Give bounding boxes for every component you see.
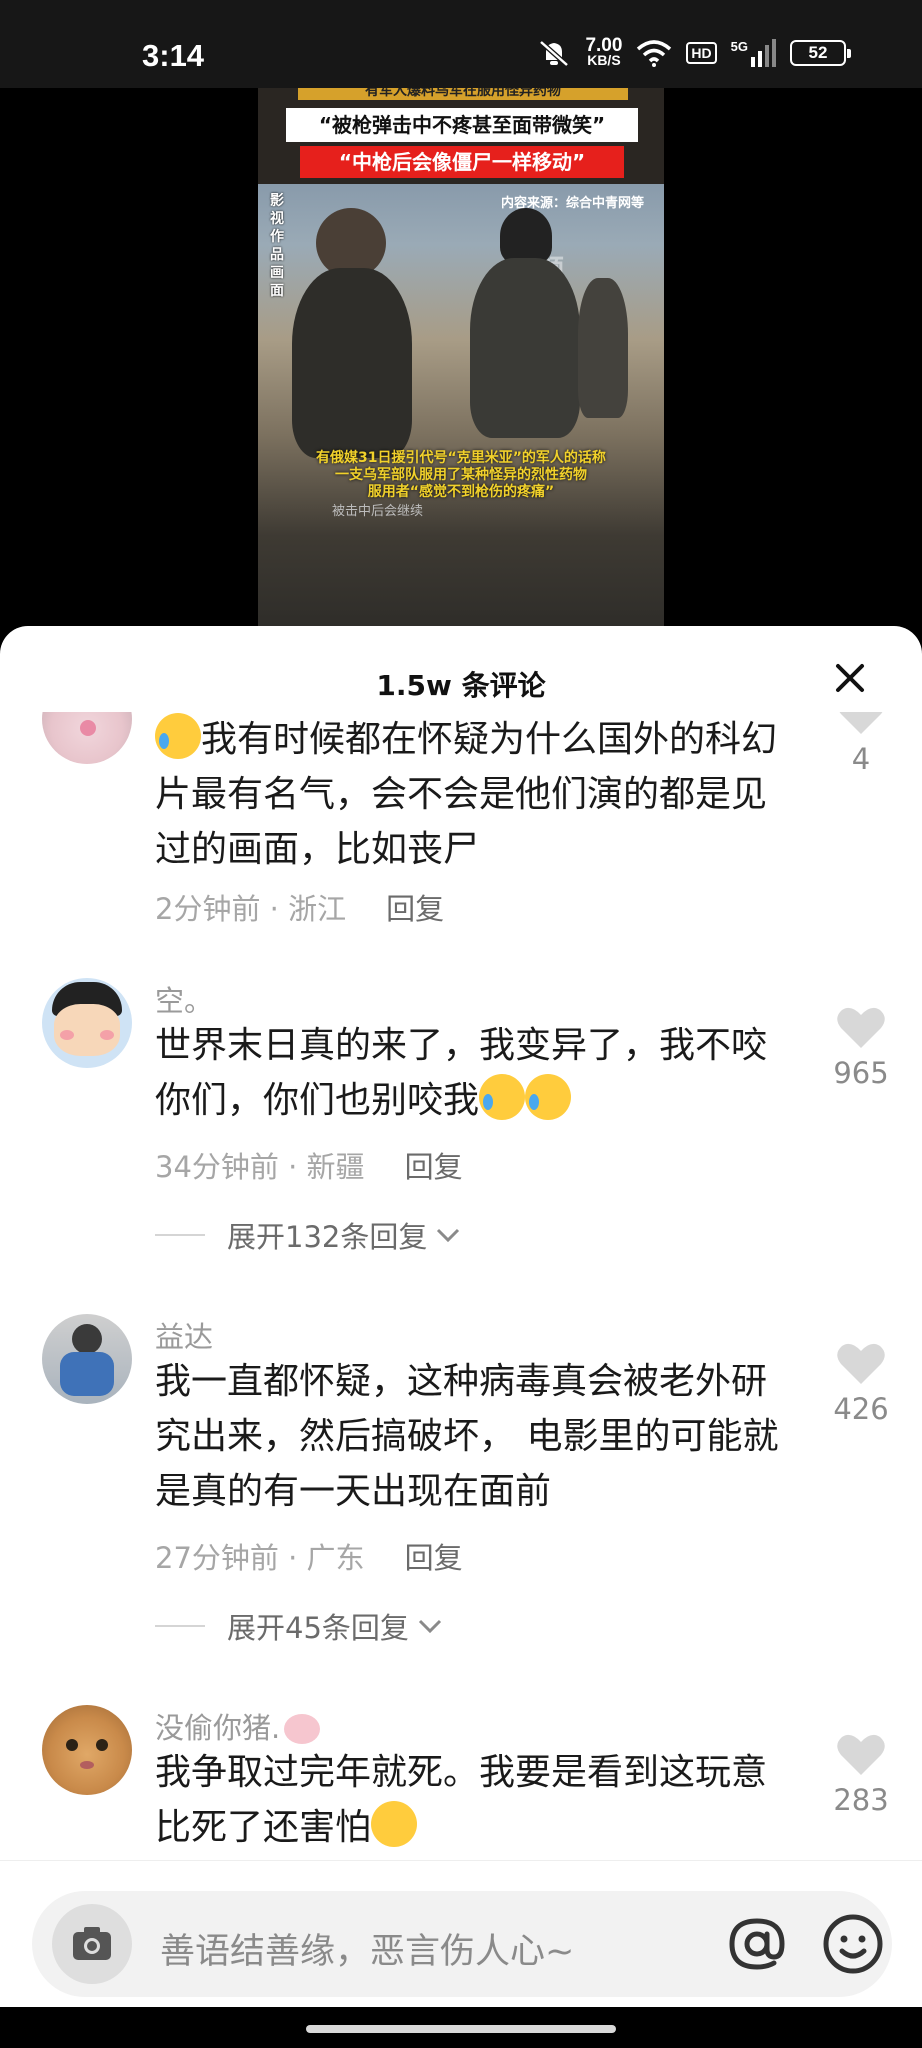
heart-icon[interactable] <box>836 1342 886 1386</box>
heart-icon[interactable] <box>836 712 886 736</box>
subtitle-line: 有俄媒31日援引代号“克里米亚”的军人的话称 <box>316 450 606 466</box>
net-speed: 7.00 KB/S <box>585 35 623 68</box>
avatar[interactable] <box>42 1705 132 1795</box>
signal-label: 5G <box>730 39 748 54</box>
pig-emoji <box>284 1714 321 1744</box>
like-button[interactable]: 965 <box>830 1006 892 1090</box>
soldier-figure <box>292 268 412 458</box>
status-time: 3:14 <box>142 38 205 73</box>
like-button[interactable]: 426 <box>830 1342 892 1426</box>
soldier-figure <box>578 278 628 418</box>
net-speed-unit: KB/S <box>587 52 621 68</box>
comment-text: 我争取过完年就死。我要是看到这玩意比死了还害怕 <box>155 1745 795 1855</box>
status-bar: 3:14 7.00 KB/S HD 5G 52 <box>0 0 922 88</box>
crying-face-emoji <box>155 713 201 759</box>
reply-button[interactable]: 回复 <box>386 892 444 926</box>
expand-replies-label[interactable]: 展开45条回复 <box>227 1605 409 1647</box>
subtitle-line: 一支乌军部队服用了某种怪异的烈性药物 <box>335 467 587 483</box>
mute-bell-icon <box>539 40 570 67</box>
status-icons: 7.00 KB/S HD 5G 52 <box>537 35 851 68</box>
comment-text-content: 我一直都怀疑，这种病毒真会被老外研究出来，然后搞破坏， 电影里的可能就是真的有一… <box>155 1361 779 1512</box>
caption-red: “中枪后会像僵尸一样移动” <box>300 146 624 178</box>
comment-input-placeholder[interactable]: 善语结善缘，恶言伤人心~ <box>160 1923 574 1974</box>
comment-meta: 34分钟前 · 新疆 回复 <box>155 1144 463 1186</box>
soldier-figure <box>470 258 580 438</box>
caption-white: “被枪弹击中不疼甚至面带微笑” <box>286 108 638 142</box>
comment-sheet: 1.5w 条评论 我有时候都在怀疑为什么国外的科幻片最有名气，会不会是他们演的都… <box>0 626 922 2048</box>
like-count: 283 <box>833 1783 889 1817</box>
home-indicator-bar <box>0 2007 922 2048</box>
heart-icon[interactable] <box>836 1006 886 1050</box>
comment-meta: 2分钟前 · 浙江 回复 <box>155 886 444 928</box>
comment-text-content: 我争取过完年就死。我要是看到这玩意比死了还害怕 <box>155 1752 768 1848</box>
close-icon[interactable] <box>828 656 872 700</box>
reply-button[interactable]: 回复 <box>405 1541 463 1575</box>
expand-replies-label[interactable]: 展开132条回复 <box>227 1214 427 1256</box>
username[interactable]: 益达 <box>155 1314 213 1356</box>
chevron-down-icon <box>418 1619 441 1634</box>
comment-time-location: 27分钟前 · 广东 <box>155 1541 365 1575</box>
expand-replies-button[interactable]: 展开45条回复 <box>155 1605 445 1647</box>
comment-text: 我有时候都在怀疑为什么国外的科幻片最有名气，会不会是他们演的都是见过的画面，比如… <box>155 712 795 877</box>
comment-list[interactable]: 我有时候都在怀疑为什么国外的科幻片最有名气，会不会是他们演的都是见过的画面，比如… <box>0 712 922 1860</box>
wifi-icon <box>637 40 672 67</box>
comment-count-title: 1.5w 条评论 <box>376 669 546 702</box>
comment-input-bar: 善语结善缘，恶言伤人心~ <box>0 1860 922 2048</box>
at-icon[interactable] <box>722 1909 792 1979</box>
username[interactable]: 空。 <box>155 978 213 1020</box>
divider-line <box>155 1625 205 1627</box>
video-subtitle: 有俄媒31日援引代号“克里米亚”的军人的话称 一支乌军部队服用了某种怪异的烈性药… <box>258 450 664 501</box>
reply-button[interactable]: 回复 <box>405 1150 463 1184</box>
chevron-down-icon <box>437 1228 460 1243</box>
comment-input[interactable]: 善语结善缘，恶言伤人心~ <box>32 1891 892 1997</box>
soldier-figure <box>500 208 552 264</box>
like-count: 4 <box>851 742 871 776</box>
like-count: 965 <box>833 1056 889 1090</box>
comment-text: 世界末日真的来了，我变异了，我不咬你们，你们也别咬我 <box>155 1018 795 1128</box>
video-frame[interactable]: 有军人爆料乌军在服用怪异药物 “被枪弹击中不疼甚至面带微笑” “中枪后会像僵尸一… <box>258 88 664 648</box>
expand-replies-button[interactable]: 展开132条回复 <box>155 1214 463 1256</box>
laughing-tears-emoji <box>525 1074 572 1120</box>
divider-line <box>155 1234 205 1236</box>
comment-meta: 27分钟前 · 广东 回复 <box>155 1535 463 1577</box>
comment-time-location: 2分钟前 · 浙江 <box>155 892 347 926</box>
hd-badge: HD <box>686 42 717 64</box>
video-player[interactable]: 有军人爆料乌军在服用怪异药物 “被枪弹击中不疼甚至面带微笑” “中枪后会像僵尸一… <box>0 88 922 648</box>
comment-text: 我一直都怀疑，这种病毒真会被老外研究出来，然后搞破坏， 电影里的可能就是真的有一… <box>155 1354 795 1519</box>
username[interactable]: 没偷你猪. <box>155 1705 321 1747</box>
pleading-face-emoji <box>371 1801 418 1847</box>
camera-icon[interactable] <box>52 1904 132 1984</box>
comment-text-content: 世界末日真的来了，我变异了，我不咬你们，你们也别咬我 <box>155 1025 768 1121</box>
subtitle-line: 服用者“感觉不到枪伤的疼痛” <box>367 484 555 500</box>
username-text[interactable]: 没偷你猪. <box>155 1711 280 1745</box>
home-indicator[interactable] <box>306 2025 616 2033</box>
camera-button[interactable] <box>52 1904 132 1984</box>
avatar[interactable] <box>42 712 132 764</box>
signal-icon: 5G <box>731 39 776 67</box>
film-footage-label: 影视作品画面 <box>270 193 284 299</box>
avatar[interactable] <box>42 1314 132 1404</box>
heart-icon[interactable] <box>836 1733 886 1777</box>
battery-indicator: 52 <box>790 40 851 66</box>
like-button[interactable]: 283 <box>830 1733 892 1817</box>
subtitle-faded: 被击中后会继续 <box>332 504 424 519</box>
like-count: 426 <box>833 1392 889 1426</box>
comment-text-content: 我有时候都在怀疑为什么国外的科幻片最有名气，会不会是他们演的都是见过的画面，比如… <box>155 719 778 870</box>
emoji-icon[interactable] <box>818 1909 888 1979</box>
top-caption: 有军人爆料乌军在服用怪异药物 <box>298 88 628 100</box>
net-speed-value: 7.00 <box>585 35 623 56</box>
like-button[interactable]: 4 <box>830 712 892 776</box>
comment-time-location: 34分钟前 · 新疆 <box>155 1150 365 1184</box>
laughing-tears-emoji <box>479 1074 526 1120</box>
avatar[interactable] <box>42 978 132 1068</box>
